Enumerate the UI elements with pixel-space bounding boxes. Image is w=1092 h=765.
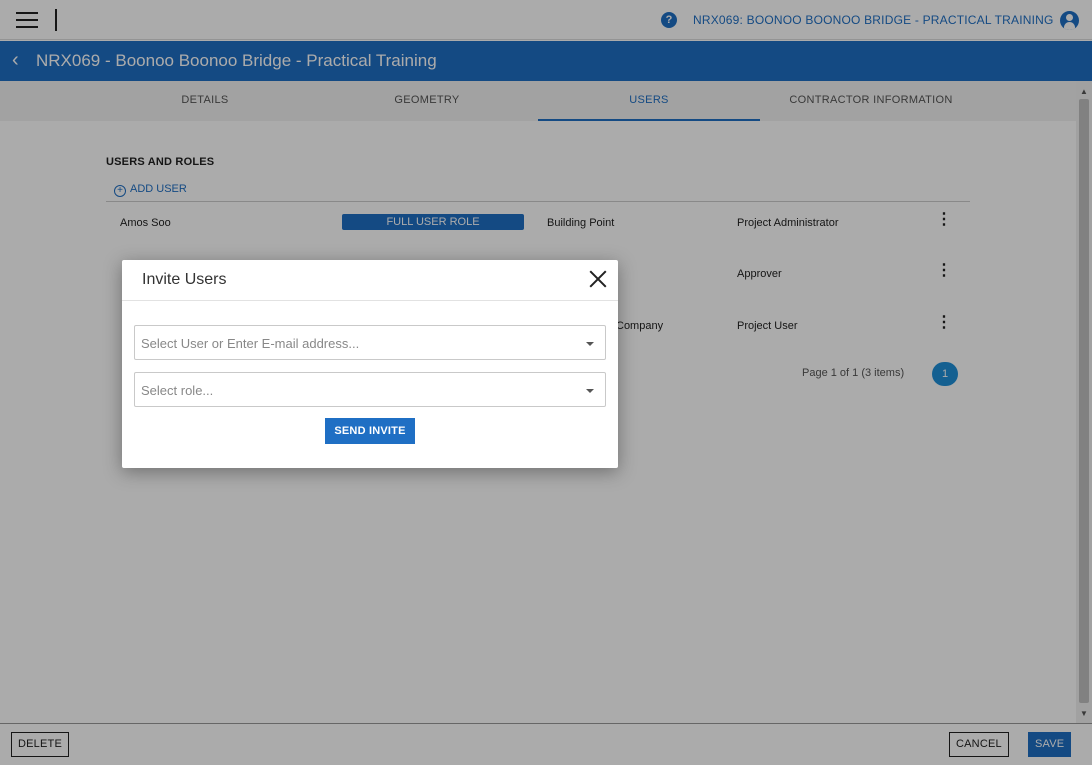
user-email-select[interactable]: Select User or Enter E-mail address...: [134, 325, 606, 360]
chevron-down-icon: [586, 389, 594, 393]
role-placeholder: Select role...: [141, 383, 214, 398]
close-icon[interactable]: [588, 269, 608, 289]
role-select[interactable]: Select role...: [134, 372, 606, 407]
dialog-title: Invite Users: [142, 271, 227, 288]
chevron-down-icon: [586, 342, 594, 346]
send-invite-button[interactable]: SEND INVITE: [325, 418, 415, 444]
divider: [122, 300, 618, 301]
user-email-placeholder: Select User or Enter E-mail address...: [141, 336, 360, 351]
invite-users-dialog: Invite Users Select User or Enter E-mail…: [122, 260, 618, 468]
